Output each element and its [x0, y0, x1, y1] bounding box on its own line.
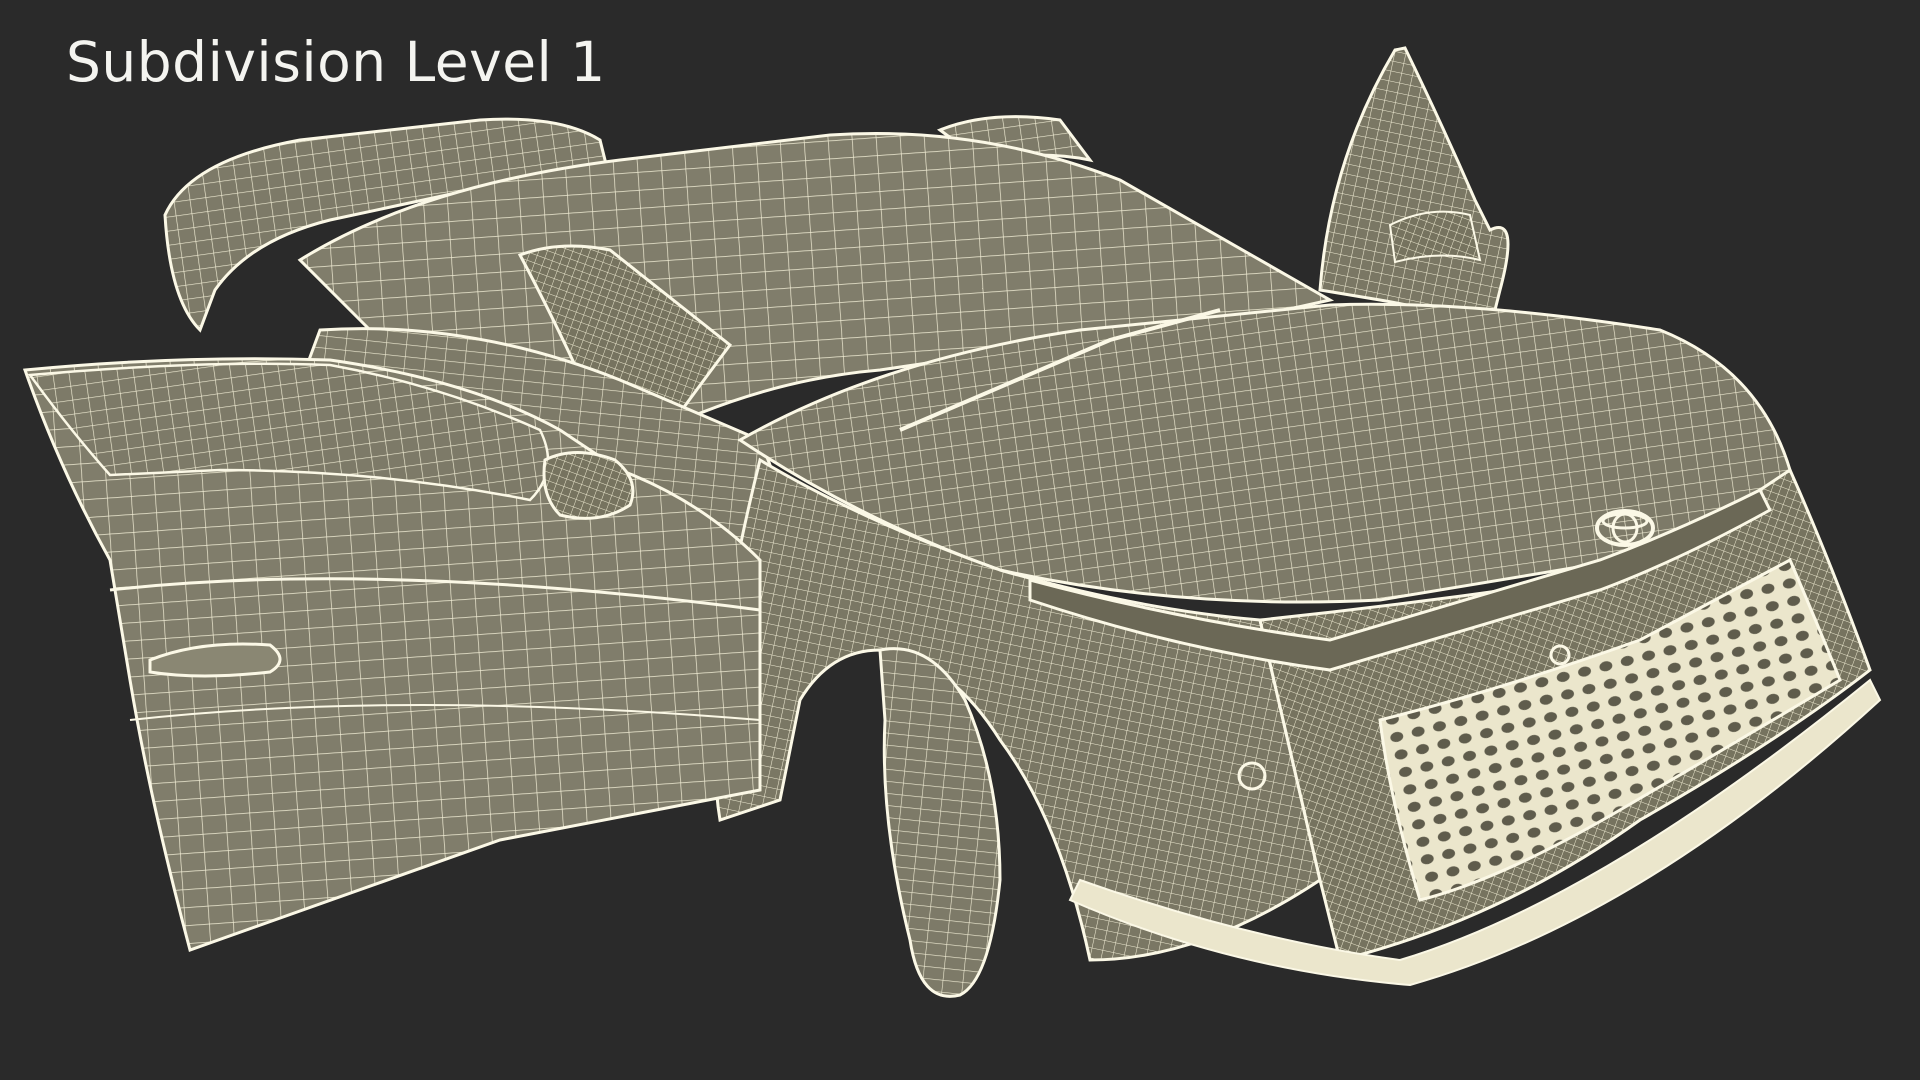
car-wireframe-render	[22, 46, 1882, 998]
raised-right-door	[1318, 46, 1510, 333]
render-viewport: Subdivision Level 1	[0, 0, 1920, 1080]
